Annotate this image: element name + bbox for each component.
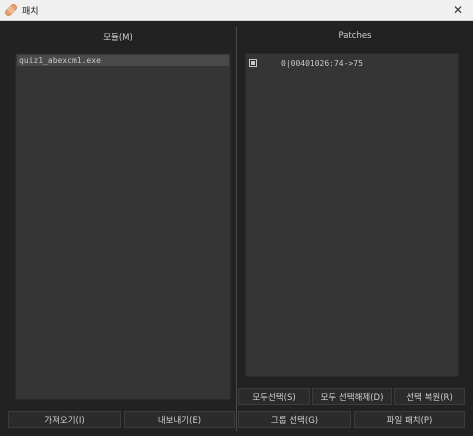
export-button[interactable]: 내보내기(E)	[124, 411, 235, 428]
patches-panel-title: Patches	[338, 31, 372, 41]
close-button[interactable]: ✕	[443, 0, 473, 20]
close-icon: ✕	[452, 3, 464, 17]
patches-list[interactable]: 0|00401026:74->75	[245, 53, 459, 377]
patch-label: 0|00401026:74->75	[281, 58, 363, 68]
patch-dialog-body: 모듈(M) quiz1_abexcm1.exe Patches 0|004010…	[0, 21, 473, 436]
patch-file-button[interactable]: 파일 패치(P)	[354, 411, 465, 428]
restore-selection-button[interactable]: 선택 복원(R)	[394, 388, 465, 405]
deselect-all-button[interactable]: 모두 선택해제(D)	[312, 388, 392, 405]
list-item[interactable]: quiz1_abexcm1.exe	[17, 55, 229, 66]
window-title: 패치	[22, 7, 39, 17]
group-select-button[interactable]: 그룹 선택(G)	[238, 411, 351, 428]
modules-list[interactable]: quiz1_abexcm1.exe	[15, 53, 231, 400]
select-all-button[interactable]: 모두선택(S)	[238, 388, 310, 405]
modules-panel-title: 모듈(M)	[103, 33, 133, 43]
bandage-icon	[5, 4, 17, 16]
window-title-bar: 패치 ✕	[0, 0, 473, 21]
import-button[interactable]: 가져오기(I)	[8, 411, 121, 428]
panel-divider	[236, 27, 237, 431]
patch-checkbox[interactable]	[249, 59, 257, 67]
list-item[interactable]: 0|00401026:74->75	[249, 57, 363, 69]
